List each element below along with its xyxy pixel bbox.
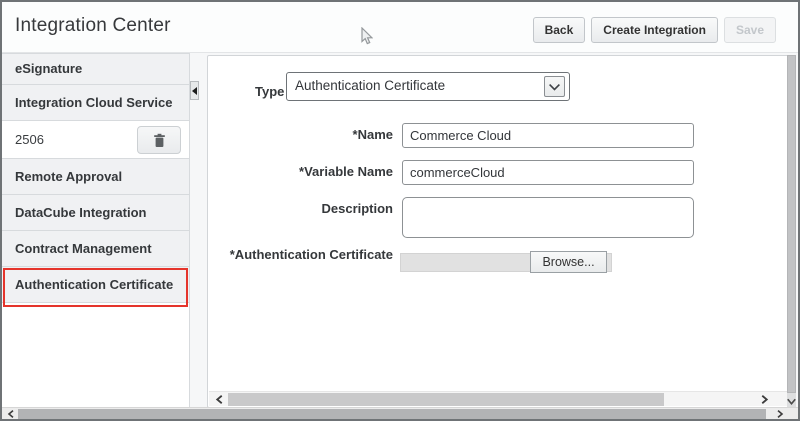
sidebar-item-label: DataCube Integration bbox=[15, 205, 146, 220]
scroll-down-icon[interactable] bbox=[784, 394, 798, 408]
sidebar-item-label: 2506 bbox=[15, 132, 44, 147]
name-input[interactable] bbox=[402, 123, 694, 148]
scroll-right-icon[interactable] bbox=[756, 392, 772, 407]
delete-integration-button[interactable] bbox=[137, 126, 181, 154]
mouse-pointer-icon bbox=[360, 27, 373, 46]
page-horizontal-scrollbar[interactable] bbox=[2, 407, 798, 419]
sidebar-subitem-2506[interactable]: 2506 bbox=[2, 121, 189, 159]
sidebar: eSignature Integration Cloud Service 250… bbox=[2, 53, 190, 419]
sidebar-collapse-handle[interactable] bbox=[190, 81, 199, 100]
save-button: Save bbox=[724, 17, 776, 43]
integration-form-panel: Type Authentication Certificate *Name *V… bbox=[207, 55, 790, 408]
sidebar-item-label: eSignature bbox=[15, 61, 82, 76]
page-scroll-thumb[interactable] bbox=[18, 409, 766, 419]
sidebar-item-esignature[interactable]: eSignature bbox=[2, 54, 189, 85]
vertical-scroll-thumb[interactable] bbox=[787, 55, 796, 393]
sidebar-item-label: Integration Cloud Service bbox=[15, 95, 172, 110]
page-scroll-right-icon[interactable] bbox=[772, 408, 788, 420]
horizontal-scroll-thumb[interactable] bbox=[228, 393, 664, 406]
authentication-certificate-label: *Authentication Certificate bbox=[208, 247, 393, 263]
type-dropdown[interactable]: Authentication Certificate bbox=[286, 72, 570, 101]
description-textarea[interactable] bbox=[402, 197, 694, 238]
sidebar-item-remote-approval[interactable]: Remote Approval bbox=[2, 159, 189, 195]
create-integration-button[interactable]: Create Integration bbox=[591, 17, 718, 43]
sidebar-item-label: Remote Approval bbox=[15, 169, 122, 184]
panel-horizontal-scrollbar[interactable] bbox=[209, 391, 788, 406]
sidebar-item-label: Contract Management bbox=[15, 241, 152, 256]
sidebar-item-contract-management[interactable]: Contract Management bbox=[2, 231, 189, 267]
body-area: eSignature Integration Cloud Service 250… bbox=[2, 52, 798, 419]
browse-button[interactable]: Browse... bbox=[530, 251, 607, 273]
sidebar-item-label: Authentication Certificate bbox=[15, 277, 173, 292]
page-vertical-scrollbar[interactable] bbox=[787, 55, 796, 408]
header-buttons: Back Create Integration Save bbox=[533, 17, 776, 43]
back-button[interactable]: Back bbox=[533, 17, 586, 43]
header: Integration Center Back Create Integrati… bbox=[2, 2, 798, 52]
chevron-down-icon[interactable] bbox=[544, 76, 565, 97]
page-scroll-left-icon[interactable] bbox=[3, 408, 19, 420]
type-dropdown-value: Authentication Certificate bbox=[295, 78, 445, 93]
collapse-left-icon bbox=[192, 87, 197, 95]
type-label: Type bbox=[255, 84, 284, 99]
variable-name-input[interactable] bbox=[402, 160, 694, 185]
sidebar-item-integration-cloud-service[interactable]: Integration Cloud Service bbox=[2, 85, 189, 121]
description-label: Description bbox=[208, 201, 393, 216]
trash-icon bbox=[153, 133, 166, 148]
name-label: *Name bbox=[208, 127, 393, 142]
integration-center-window: Integration Center Back Create Integrati… bbox=[0, 0, 800, 421]
sidebar-item-datacube-integration[interactable]: DataCube Integration bbox=[2, 195, 189, 231]
page-title: Integration Center bbox=[15, 15, 171, 37]
variable-name-label: *Variable Name bbox=[208, 164, 393, 179]
scroll-left-icon[interactable] bbox=[211, 392, 227, 407]
sidebar-item-authentication-certificate[interactable]: Authentication Certificate bbox=[2, 267, 189, 303]
